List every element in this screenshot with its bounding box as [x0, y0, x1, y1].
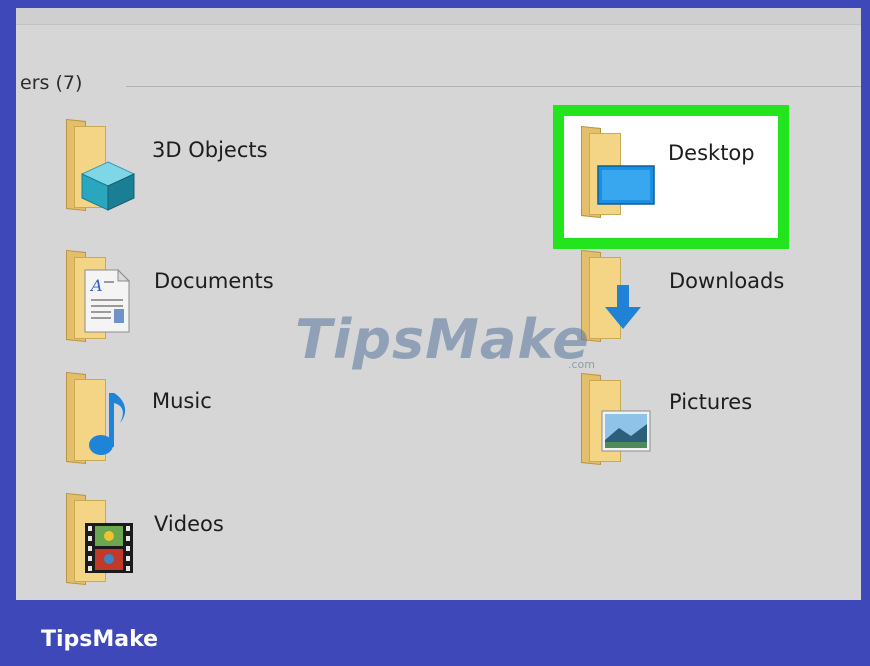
folder-label: Desktop [668, 141, 755, 165]
folder-icon [577, 372, 651, 466]
document-icon: A [84, 269, 130, 333]
folder-label: Downloads [669, 269, 785, 293]
monitor-icon [597, 165, 655, 205]
folder-icon: A [62, 249, 130, 343]
footer-brand: TipsMake [41, 627, 159, 652]
music-note-icon [89, 393, 126, 455]
folder-item-3d-objects[interactable]: 3D Objects [62, 118, 362, 212]
folder-label: 3D Objects [152, 138, 268, 162]
folder-label: Videos [154, 512, 224, 536]
folder-item-music[interactable]: Music [62, 371, 362, 465]
folder-item-pictures[interactable]: Pictures [577, 372, 817, 466]
folder-item-downloads[interactable]: Downloads [577, 249, 817, 343]
folder-label: Music [152, 389, 212, 413]
folder-icon [62, 118, 136, 212]
section-divider [126, 86, 861, 87]
film-strip-icon [85, 523, 133, 573]
folder-label: Pictures [669, 390, 753, 414]
cube-icon [80, 161, 136, 211]
folders-section-header[interactable]: ers (7) [20, 72, 82, 94]
file-explorer-window: ers (7) 3D Objects Desktop A Documents D… [16, 8, 861, 600]
watermark-suffix: .com [568, 358, 595, 371]
folder-item-desktop[interactable]: Desktop [577, 125, 777, 219]
download-arrow-icon [605, 285, 641, 329]
image-frame: ers (7) 3D Objects Desktop A Documents D… [0, 0, 870, 666]
folder-label: Documents [154, 269, 274, 293]
svg-text:A: A [89, 276, 103, 295]
folder-icon [577, 125, 655, 219]
watermark-logo: TipsMake [295, 308, 590, 371]
folder-icon [62, 492, 133, 586]
folder-icon [62, 371, 126, 465]
landscape-picture-icon [601, 410, 651, 452]
window-top-edge [16, 8, 861, 25]
folder-item-videos[interactable]: Videos [62, 492, 362, 586]
